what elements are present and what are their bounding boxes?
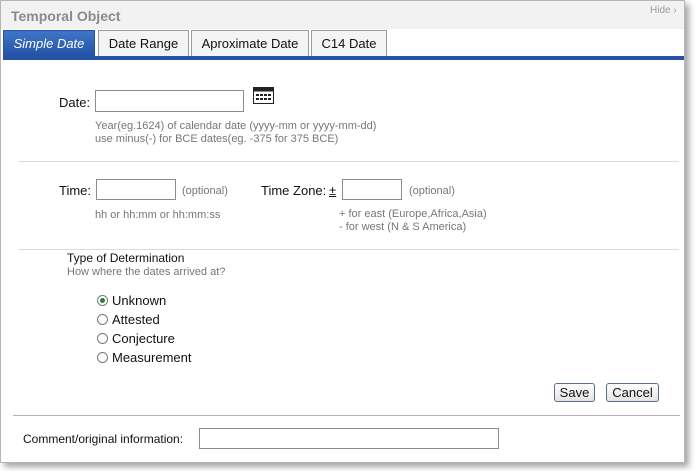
- tab-date-range[interactable]: Date Range: [98, 30, 189, 56]
- timezone-hint-1: + for east (Europe,Africa,Asia): [339, 208, 487, 220]
- timezone-input[interactable]: [342, 179, 402, 200]
- divider: [19, 161, 679, 162]
- comment-label: Comment/original information:: [23, 432, 184, 446]
- radio-button[interactable]: [97, 332, 108, 344]
- radio-measurement[interactable]: Measurement: [97, 348, 191, 366]
- radio-label: Attested: [112, 311, 160, 327]
- timezone-hint-2: - for west (N & S America): [339, 221, 467, 233]
- tab-bar: Simple Date Date Range Aproximate Date C…: [3, 30, 684, 56]
- time-optional: (optional): [182, 185, 228, 197]
- divider: [19, 249, 679, 250]
- timezone-sign-toggle[interactable]: ±: [329, 183, 336, 198]
- tab-simple-date[interactable]: Simple Date: [3, 30, 95, 56]
- radio-button[interactable]: [97, 351, 108, 363]
- hide-link[interactable]: Hide ›: [650, 5, 684, 16]
- radio-button[interactable]: [97, 294, 108, 306]
- tab-c14-date[interactable]: C14 Date: [311, 30, 387, 56]
- comment-input[interactable]: [199, 428, 499, 449]
- dialog-title: Temporal Object: [11, 8, 121, 24]
- calendar-icon[interactable]: [253, 87, 274, 104]
- save-button[interactable]: Save: [554, 383, 595, 402]
- time-hint: hh or hh:mm or hh:mm:ss: [95, 209, 221, 221]
- time-input[interactable]: [96, 179, 176, 200]
- radio-unknown[interactable]: Unknown: [97, 291, 166, 309]
- date-hint-1: Year(eg.1624) of calendar date (yyyy-mm …: [95, 120, 377, 132]
- footer-divider: [13, 415, 680, 416]
- tab-aproximate-date[interactable]: Aproximate Date: [191, 30, 309, 56]
- timezone-optional: (optional): [409, 185, 455, 197]
- temporal-object-dialog: Temporal Object Hide › Simple Date Date …: [0, 0, 685, 463]
- determination-title: Type of Determination: [67, 251, 185, 265]
- radio-conjecture[interactable]: Conjecture: [97, 329, 175, 347]
- radio-label: Measurement: [112, 349, 192, 365]
- radio-attested[interactable]: Attested: [97, 310, 160, 328]
- date-hint-2: use minus(-) for BCE dates(eg. -375 for …: [95, 133, 339, 145]
- radio-label: Conjecture: [112, 330, 175, 346]
- time-label: Time:: [59, 183, 92, 198]
- radio-selected-dot: [100, 297, 105, 303]
- radio-label: Unknown: [112, 292, 167, 308]
- dialog-titlebar: Temporal Object Hide ›: [1, 1, 684, 29]
- determination-subtitle: How where the dates arrived at?: [67, 266, 226, 278]
- tab-underline: [3, 56, 684, 60]
- timezone-label: Time Zone:: [261, 183, 327, 198]
- radio-button[interactable]: [97, 313, 108, 325]
- cancel-button[interactable]: Cancel: [606, 383, 659, 402]
- date-input[interactable]: [95, 90, 244, 112]
- date-label: Date:: [59, 95, 91, 110]
